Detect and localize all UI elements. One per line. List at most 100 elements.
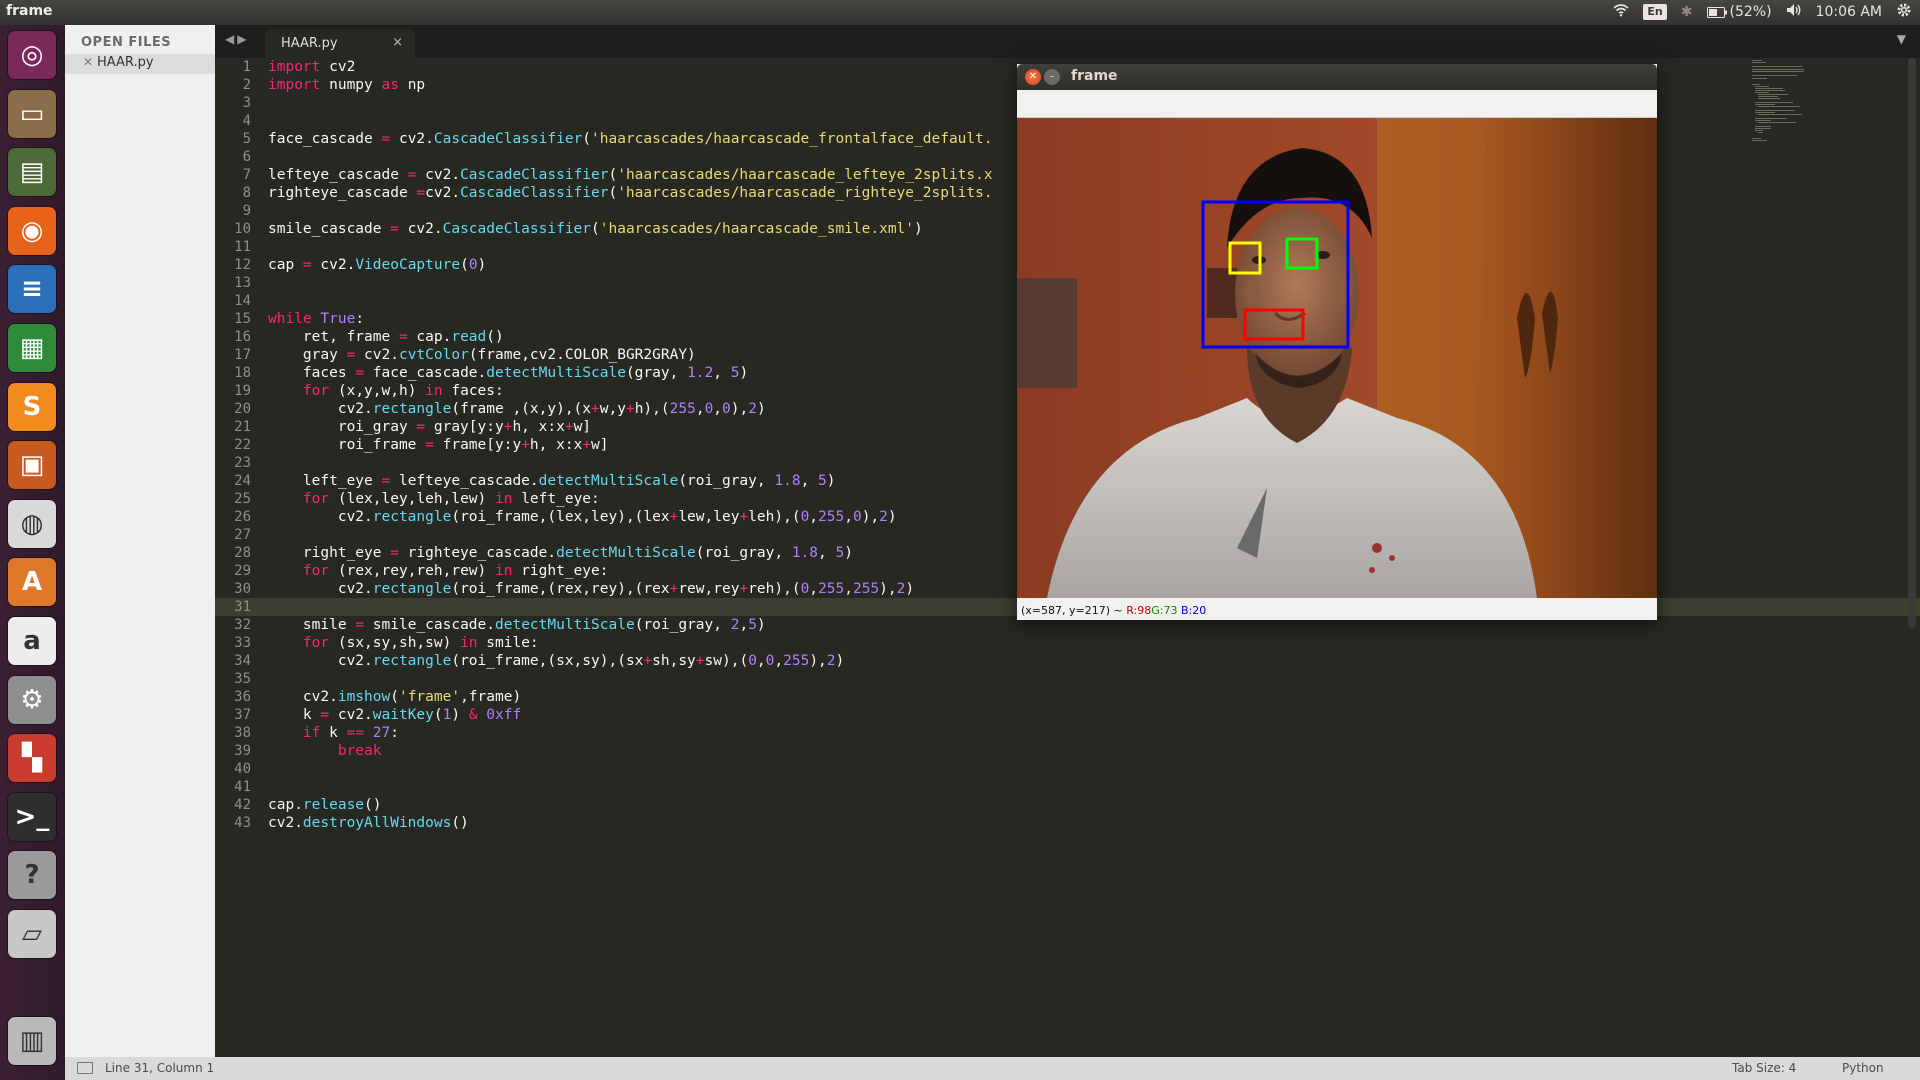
code-line: cv2.imshow('frame',frame) (268, 689, 522, 705)
tab-nav-arrows[interactable]: ◀▶ (225, 32, 249, 46)
code-line: cv2.rectangle(roi_frame,(rex,rey),(rex+r… (268, 581, 915, 597)
line-number: 25 (234, 491, 251, 507)
line-number: 17 (234, 347, 251, 363)
battery-percent: (52%) (1729, 4, 1772, 20)
line-number: 31 (234, 599, 251, 615)
code-line: for (rex,rey,reh,rew) in right_eye: (302, 563, 609, 579)
line-number: 38 (234, 725, 251, 741)
line-number: 42 (234, 797, 251, 813)
line-number: 13 (234, 275, 251, 291)
code-line: cv2.rectangle(roi_frame,(sx,sy),(sx+sh,s… (268, 653, 845, 669)
camera-frame[interactable] (1017, 118, 1657, 598)
pixel-green-value: G:73 (1151, 604, 1178, 617)
line-number: 4 (242, 113, 251, 129)
amazon-icon[interactable]: a (8, 617, 56, 665)
volume-icon[interactable] (1786, 3, 1802, 21)
disk-icon[interactable]: ▤ (8, 148, 56, 197)
line-number: 5 (242, 131, 251, 147)
tab-haar-py[interactable]: HAAR.py × (265, 29, 415, 58)
line-number: 11 (234, 239, 251, 255)
impress-icon[interactable]: ▣ (8, 441, 56, 490)
clock[interactable]: 10:06 AM (1816, 4, 1882, 20)
tab-size-selector[interactable]: Tab Size: 4 (1732, 1061, 1796, 1075)
sublime-icon[interactable]: S (8, 382, 56, 431)
unity-tweak-icon[interactable]: ▚ (8, 734, 56, 783)
line-number: 12 (234, 257, 251, 273)
line-number: 26 (234, 509, 251, 525)
line-number: 6 (242, 149, 251, 165)
cursor-position: Line 31, Column 1 (105, 1061, 215, 1075)
line-number: 20 (234, 401, 251, 417)
vertical-scrollbar[interactable] (1908, 58, 1916, 628)
sidebar-file-name: HAAR.py (97, 55, 154, 70)
line-number: 33 (234, 635, 251, 651)
code-line: gray = cv2.cvtColor(frame,cv2.COLOR_BGR2… (268, 347, 696, 363)
line-number: 23 (234, 455, 251, 471)
software-center-icon[interactable]: A (8, 558, 56, 607)
session-gear-icon[interactable] (1896, 2, 1912, 22)
line-number: 8 (242, 185, 251, 201)
code-line: cv2.destroyAllWindows() (268, 815, 469, 831)
line-number: 3 (242, 95, 251, 111)
frame-window-titlebar[interactable]: ✕ – frame (1017, 64, 1657, 90)
settings-icon[interactable]: ⚙ (8, 675, 56, 724)
code-line: import numpy as np (268, 77, 426, 93)
wifi-icon[interactable] (1613, 3, 1629, 21)
code-line: faces = face_cascade.detectMultiScale(gr… (268, 365, 749, 381)
files-icon[interactable]: ▭ (8, 89, 56, 138)
code-line: ret, frame = cap.read() (268, 329, 504, 345)
code-line: righteye_cascade =cv2.CascadeClassifier(… (268, 185, 993, 201)
line-number: 21 (234, 419, 251, 435)
battery-indicator[interactable]: (52%) (1706, 4, 1772, 20)
firefox-icon[interactable]: ◉ (8, 206, 56, 255)
tab-label: HAAR.py (281, 36, 338, 51)
tab-list-dropdown-icon[interactable]: ▼ (1897, 32, 1906, 46)
code-line: roi_gray = gray[y:y+h, x:x+w] (268, 419, 592, 435)
code-line: import cv2 (268, 59, 356, 75)
line-number: 14 (234, 293, 251, 309)
indicator-area: En ✱ (52%) 10:06 AM (1613, 2, 1912, 22)
battery-icon (1706, 6, 1727, 18)
drive-icon[interactable]: ▱ (8, 910, 56, 958)
line-number: 1 (242, 59, 251, 75)
pixel-coords: (x=587, y=217) ~ (1021, 604, 1123, 617)
keyboard-layout-indicator[interactable]: En (1643, 4, 1667, 20)
bluetooth-icon[interactable]: ✱ (1681, 4, 1693, 20)
chrome-icon[interactable]: ◍ (8, 499, 56, 548)
help-icon[interactable]: ? (8, 851, 56, 900)
line-number: 16 (234, 329, 251, 345)
line-number: 22 (234, 437, 251, 453)
terminal-icon[interactable]: >_ (8, 792, 56, 841)
trash-icon[interactable]: ▥ (8, 1017, 56, 1065)
code-line: roi_frame = frame[y:y+h, x:x+w] (268, 437, 609, 453)
line-number: 36 (234, 689, 251, 705)
line-number: 7 (242, 167, 251, 183)
window-minimize-button[interactable]: – (1044, 69, 1060, 85)
line-number: 2 (242, 77, 251, 93)
dash-icon[interactable]: ◎ (8, 31, 56, 79)
active-app-title: frame (6, 3, 53, 19)
calc-icon[interactable]: ▦ (8, 324, 56, 372)
tab-close-icon[interactable]: × (392, 35, 403, 50)
code-line: smile = smile_cascade.detectMultiScale(r… (268, 617, 766, 633)
code-line: while True: (268, 311, 365, 327)
line-number-gutter: 1 2 3 4 5 6 7 8 9 10 11 12 13 14 15 16 17 18 19 20 21 22 23 24 2… (215, 58, 251, 1057)
writer-icon[interactable]: ≡ (8, 265, 56, 314)
opencv-frame-window[interactable]: ✕ – frame (x=587, y=217) ~ R:98G:73 B:20 (1017, 64, 1657, 620)
minimap[interactable] (1752, 58, 1867, 158)
code-line: for (sx,sy,sh,sw) in smile: (302, 635, 539, 651)
sidebar-file-item[interactable]: ✕ HAAR.py (65, 54, 215, 74)
line-number: 15 (234, 311, 251, 327)
code-line: k = cv2.waitKey(1) & 0xff (268, 707, 522, 723)
code-line: cv2.rectangle(frame ,(x,y),(x+w,y+h),(25… (268, 401, 766, 417)
open-files-sidebar: OPEN FILES ✕ HAAR.py (65, 25, 216, 1057)
code-line: face_cascade = cv2.CascadeClassifier('ha… (268, 131, 993, 147)
syntax-selector[interactable]: Python (1842, 1061, 1884, 1075)
window-close-button[interactable]: ✕ (1025, 69, 1041, 85)
close-file-icon[interactable]: ✕ (83, 55, 93, 69)
toggle-panel-icon[interactable] (77, 1062, 93, 1074)
code-line: if k == 27: (302, 725, 399, 741)
line-number: 27 (234, 527, 251, 543)
pixel-info-readout: (x=587, y=217) ~ R:98G:73 B:20 (1021, 604, 1206, 617)
pixel-blue-value: B:20 (1180, 604, 1207, 617)
